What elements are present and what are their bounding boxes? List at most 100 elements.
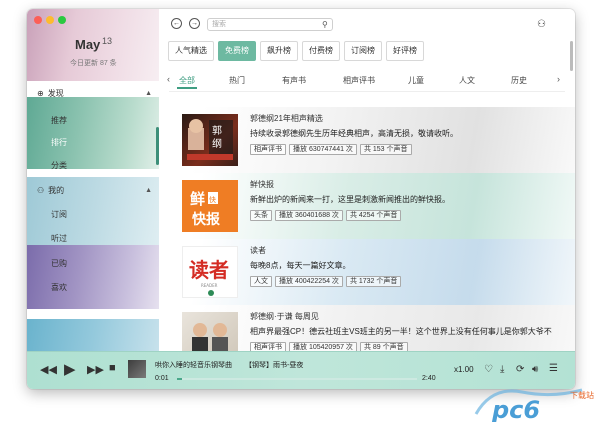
sound-count: 共 89 个声音 xyxy=(359,342,408,351)
sidebar-item-category[interactable]: 分类 xyxy=(51,160,67,171)
date-day: 13 xyxy=(102,36,113,46)
cover-image: 鲜 快 快报 xyxy=(182,180,238,232)
sidebar-item-subscribed[interactable]: 订阅 xyxy=(51,209,67,220)
category-tag[interactable]: 头条 xyxy=(250,210,272,221)
sidebar-purchased-wash xyxy=(27,245,159,309)
tab-popular[interactable]: 人气精选 xyxy=(168,41,214,61)
playback-speed[interactable]: x1.00 xyxy=(454,365,474,374)
chevron-left-icon[interactable]: ‹ xyxy=(167,74,170,84)
watermark-text: pc6 xyxy=(491,396,540,422)
item-description: 新鲜出炉的新闻来一打，这里是刺激新闻推出的鲜快报。 xyxy=(250,195,450,204)
watermark-art: pc6 下载站 xyxy=(474,388,594,424)
category-row: ‹ 全部 热门 有声书 相声评书 儿童 人文 历史 › xyxy=(159,71,575,89)
close-window-button[interactable] xyxy=(34,16,42,24)
svg-text:郭: 郭 xyxy=(212,124,222,137)
category-history[interactable]: 历史 xyxy=(511,75,527,86)
section-mine[interactable]: ⚇ 我的 ▲ xyxy=(37,185,152,196)
item-title[interactable]: 鲜快报 xyxy=(250,179,274,190)
sidebar-item-liked[interactable]: 喜欢 xyxy=(51,282,67,293)
repeat-icon[interactable]: ⟳ xyxy=(516,364,524,375)
sidebar-item-purchased[interactable]: 已购 xyxy=(51,258,67,269)
item-tags: 头条 播放 360401688 次 共 4254 个声音 xyxy=(250,210,402,221)
track-thumbnail[interactable] xyxy=(128,360,146,378)
list-item[interactable]: 读者 READER 读者 每晚8点，每天一篇好文章。 人文 播放 4004222… xyxy=(159,239,575,305)
tab-rising[interactable]: 飙升榜 xyxy=(260,41,298,61)
chevron-right-icon[interactable]: › xyxy=(557,74,560,84)
category-audiobook[interactable]: 有声书 xyxy=(282,75,306,86)
sidebar-bottom-wash xyxy=(27,319,159,351)
category-crosstalk[interactable]: 相声评书 xyxy=(343,75,375,86)
tab-rated[interactable]: 好评榜 xyxy=(386,41,424,61)
current-time: 0:01 xyxy=(155,375,169,382)
play-count: 播放 360401688 次 xyxy=(275,210,343,221)
watermark-logo: pc6 下载站 xyxy=(472,384,597,424)
category-tag[interactable]: 相声评书 xyxy=(250,342,286,351)
item-title[interactable]: 郭德纲·于谦 每周见 xyxy=(250,311,319,322)
sidebar-item-ranking[interactable]: 排行 xyxy=(51,137,67,148)
list-item[interactable]: 鲜 快 快报 鲜快报 新鲜出炉的新闻来一打，这里是刺激新闻推出的鲜快报。 头条 … xyxy=(159,173,575,239)
item-description: 相声界最强CP！德云社班主VS班主的另一半！这个世界上没有任何事儿是你郭大爷不 xyxy=(250,327,552,336)
main-scrollbar[interactable] xyxy=(570,41,573,71)
track-subtitle: 【钢琴】雨书-昼夜 xyxy=(245,362,304,369)
svg-text:快: 快 xyxy=(209,195,216,204)
update-count: 今日更新 87 条 xyxy=(70,60,117,67)
progress-track[interactable] xyxy=(177,378,417,380)
stop-icon[interactable]: ■ xyxy=(109,362,116,374)
item-title[interactable]: 郭德纲21年相声精选 xyxy=(250,113,323,124)
section-discover-label: 发现 xyxy=(47,89,64,98)
back-button[interactable]: ← xyxy=(171,18,182,29)
play-button[interactable]: ▶ xyxy=(64,360,76,378)
globe-icon: ⊕ xyxy=(37,89,44,98)
arrow-left-icon: ← xyxy=(173,20,180,27)
play-count: 播放 630747441 次 xyxy=(289,144,357,155)
search-icon[interactable]: ⚲ xyxy=(322,20,328,29)
list-item[interactable]: 郭德纲·于谦 每周见 相声界最强CP！德云社班主VS班主的另一半！这个世界上没有… xyxy=(159,305,575,351)
search-input[interactable]: 搜索 xyxy=(207,18,333,31)
top-bar: ← → 搜索 ⚲ ⚇ xyxy=(159,9,575,39)
category-tag[interactable]: 相声评书 xyxy=(250,144,286,155)
forward-button[interactable]: → xyxy=(189,18,200,29)
cover-art: 郭 纲 xyxy=(187,119,233,160)
rewind-icon[interactable]: ◀◀ xyxy=(40,363,57,376)
category-humanities[interactable]: 人文 xyxy=(459,75,475,86)
tab-subscribe[interactable]: 订阅榜 xyxy=(344,41,382,61)
chart-tabs: 人气精选 免费榜 飙升榜 付费榜 订阅榜 好评榜 xyxy=(168,41,424,61)
cover-art: 读者 READER xyxy=(189,258,229,296)
volume-icon[interactable]: 🔊︎ xyxy=(532,364,538,375)
sidebar-item-history[interactable]: 听过 xyxy=(51,233,67,244)
list-item[interactable]: 郭 纲 郭德纲21年相声精选 持续收录郭德纲先生历年经典相声，高清无损，敬请收听… xyxy=(159,107,575,173)
svg-text:纲: 纲 xyxy=(212,137,222,150)
account-icon[interactable]: ⚇ xyxy=(537,19,546,30)
item-tags: 相声评书 播放 105420957 次 共 89 个声音 xyxy=(250,342,408,351)
category-children[interactable]: 儿童 xyxy=(408,75,424,86)
play-count: 播放 400422254 次 xyxy=(275,276,343,287)
heart-icon[interactable]: ♡ xyxy=(484,364,493,375)
category-hot[interactable]: 热门 xyxy=(229,75,245,86)
fast-forward-icon[interactable]: ▶▶ xyxy=(87,363,104,376)
main-content: ← → 搜索 ⚲ ⚇ 人气精选 免费榜 飙升榜 付费榜 订阅榜 好评榜 ‹ 全部… xyxy=(159,9,575,351)
cover-art: 鲜 快 快报 xyxy=(190,190,220,228)
user-icon: ⚇ xyxy=(37,186,45,195)
svg-text:读者: 读者 xyxy=(189,258,229,282)
item-title[interactable]: 读者 xyxy=(250,245,266,256)
arrow-right-icon: → xyxy=(191,20,198,27)
item-tags: 相声评书 播放 630747441 次 共 153 个声音 xyxy=(250,144,412,155)
download-icon[interactable]: ⤓ xyxy=(500,364,504,375)
tab-paid[interactable]: 付费榜 xyxy=(302,41,340,61)
chevron-up-icon: ▲ xyxy=(145,187,152,194)
zoom-window-button[interactable] xyxy=(58,16,66,24)
sidebar: May 13 今日更新 87 条 ⊕ 发现 ▲ 推荐 排行 分类 ⚇ 我的 ▲ … xyxy=(27,9,159,351)
minimize-window-button[interactable] xyxy=(46,16,54,24)
cover-image: 读者 READER xyxy=(182,246,238,298)
svg-text:快报: 快报 xyxy=(192,211,220,228)
sidebar-item-recommend[interactable]: 推荐 xyxy=(51,115,67,126)
section-discover[interactable]: ⊕ 发现 ▲ xyxy=(37,88,152,99)
play-count: 播放 105420957 次 xyxy=(289,342,357,351)
item-description: 每晚8点，每天一篇好文章。 xyxy=(250,261,351,270)
sound-count: 共 4254 个声音 xyxy=(345,210,402,221)
category-tag[interactable]: 人文 xyxy=(250,276,272,287)
playlist-icon[interactable]: ☰ xyxy=(549,363,558,374)
category-all[interactable]: 全部 xyxy=(179,75,195,86)
tab-free[interactable]: 免费榜 xyxy=(218,41,256,61)
duration: 2:40 xyxy=(422,375,436,382)
